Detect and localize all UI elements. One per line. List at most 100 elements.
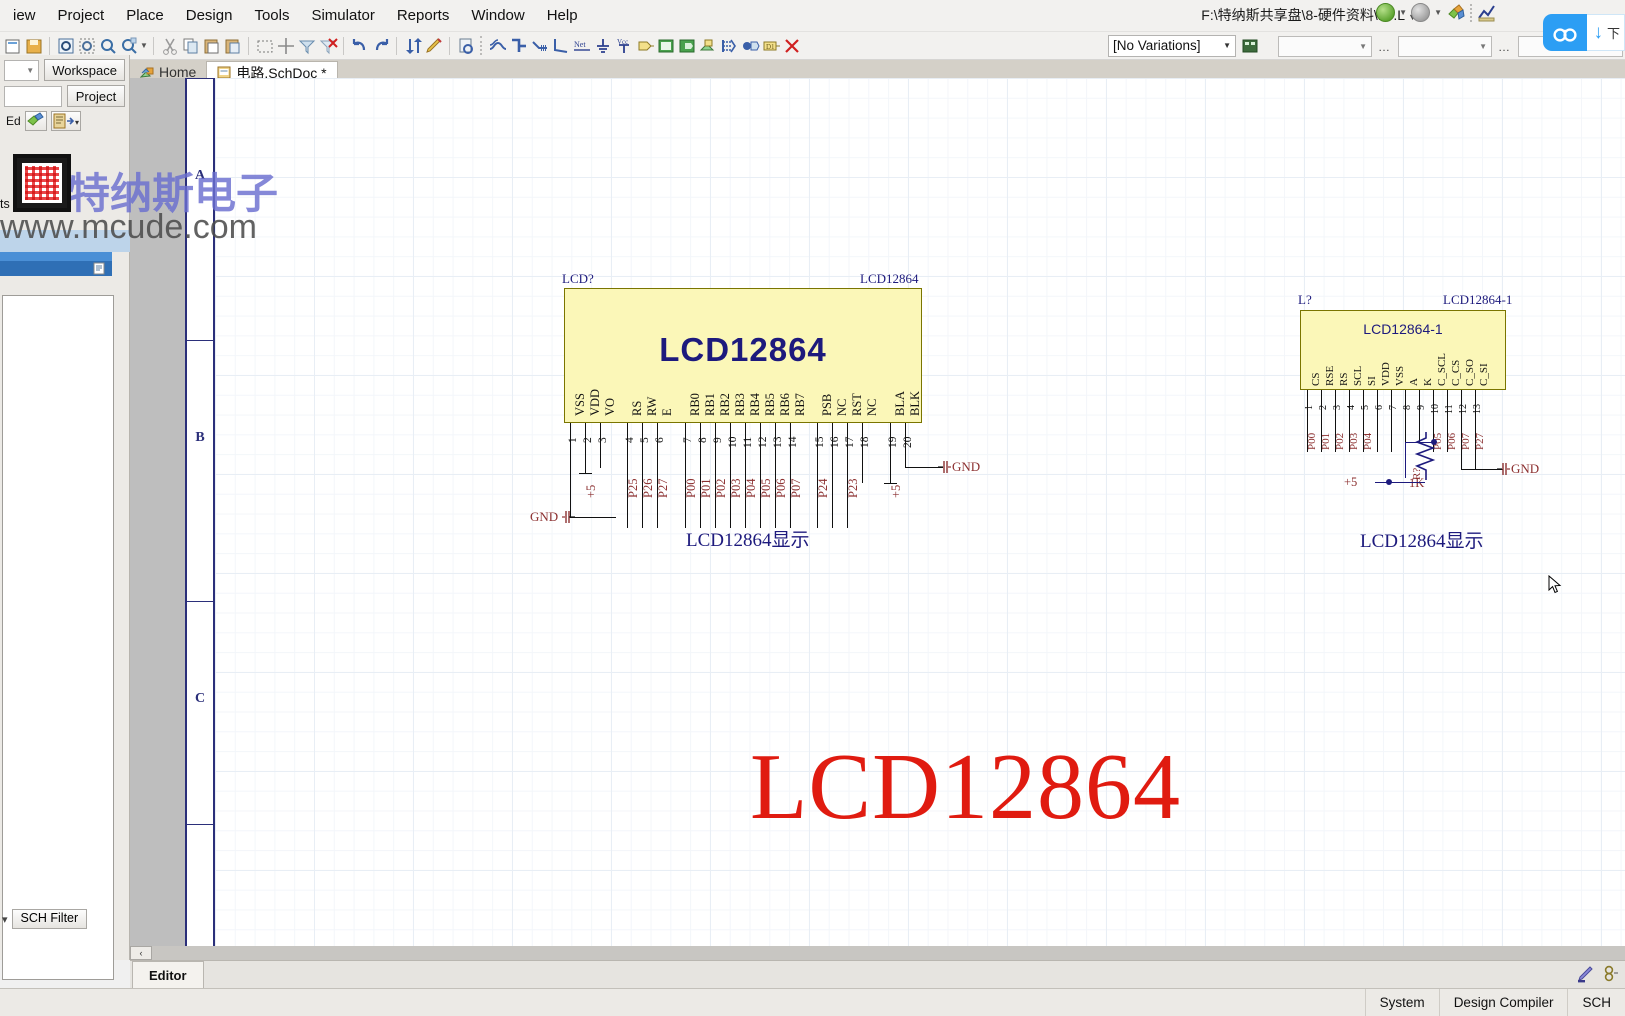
net-label[interactable]: P04 xyxy=(744,479,759,498)
schematic-editor[interactable]: A B C LCD? LCD12864 LCD12864 VSS VDD VO … xyxy=(130,78,1625,960)
zoom-in-icon[interactable] xyxy=(98,36,118,56)
power-port-gnd[interactable]: GND xyxy=(938,452,994,485)
net-label[interactable]: P23 xyxy=(846,479,861,498)
select-area-icon[interactable] xyxy=(255,36,275,56)
annotate-icon[interactable] xyxy=(424,36,444,56)
filter-dropdown-icon[interactable]: ▾ xyxy=(2,913,8,926)
no-erc-icon[interactable] xyxy=(782,36,802,56)
zoom-area-icon[interactable] xyxy=(77,36,97,56)
menu-item-place[interactable]: Place xyxy=(115,3,175,28)
net-label[interactable]: P01 xyxy=(1320,433,1332,450)
menu-item-simulator[interactable]: Simulator xyxy=(300,3,385,28)
component-designator-lcd[interactable]: LCD? xyxy=(562,271,594,287)
cut-icon[interactable] xyxy=(160,36,180,56)
filter-combo-2[interactable]: ▼ xyxy=(1398,36,1492,57)
clear-filter-icon[interactable] xyxy=(297,36,317,56)
delete-filter-icon[interactable] xyxy=(318,36,338,56)
net-label[interactable]: P24 xyxy=(816,479,831,498)
component-caption-lcd[interactable]: LCD12864显示 xyxy=(686,525,810,552)
place-net-label-icon[interactable]: Net xyxy=(572,36,592,56)
menu-item-help[interactable]: Help xyxy=(536,3,589,28)
filter-combo-1[interactable]: ▼ xyxy=(1278,36,1372,57)
chevron-down-icon[interactable]: ▼ xyxy=(1479,42,1487,51)
back-icon[interactable] xyxy=(1376,3,1396,22)
place-bus-icon[interactable] xyxy=(509,36,529,56)
component-caption-lcd1[interactable]: LCD12864显示 xyxy=(1360,526,1484,553)
menu-item-tools[interactable]: Tools xyxy=(243,3,300,28)
zoom-dropdown-icon[interactable]: ▼ xyxy=(140,41,148,50)
place-port-icon[interactable] xyxy=(740,36,760,56)
forward-dropdown-icon[interactable]: ▼ xyxy=(1434,8,1442,17)
project-tree-list[interactable] xyxy=(2,295,114,980)
net-label[interactable]: P00 xyxy=(1306,433,1318,450)
copy-icon[interactable] xyxy=(181,36,201,56)
move-icon[interactable] xyxy=(276,36,296,56)
place-wire-icon[interactable] xyxy=(488,36,508,56)
net-label[interactable]: P03 xyxy=(729,479,744,498)
editor-tab[interactable]: Editor xyxy=(132,961,204,988)
menu-item-reports[interactable]: Reports xyxy=(386,3,461,28)
menu-item-project[interactable]: Project xyxy=(47,3,116,28)
paste-icon[interactable] xyxy=(202,36,222,56)
net-label[interactable]: P27 xyxy=(1474,433,1486,450)
place-directive-icon[interactable]: D1 xyxy=(761,36,781,56)
variations-dropdown[interactable]: [No Variations] ▼ xyxy=(1108,35,1236,57)
net-label[interactable]: P00 xyxy=(684,479,699,498)
net-label[interactable]: P26 xyxy=(641,479,656,498)
panel-options-icon[interactable]: ▾ xyxy=(50,111,81,131)
variant-manager-icon[interactable] xyxy=(1240,36,1260,56)
menu-item-view[interactable]: iew xyxy=(2,3,47,28)
filter-ellipsis-2[interactable]: … xyxy=(1498,40,1510,54)
component-partnumber-lcd[interactable]: LCD12864 xyxy=(860,271,919,287)
net-label[interactable]: P06 xyxy=(1446,433,1458,450)
place-vcc-icon[interactable]: Vcc xyxy=(614,36,634,56)
net-label[interactable]: P02 xyxy=(1334,433,1346,450)
resistor-value[interactable]: 1K xyxy=(1409,476,1424,491)
status-item-system[interactable]: System xyxy=(1364,989,1439,1016)
mask-level-icon[interactable] xyxy=(1601,965,1619,986)
highlight-icon[interactable] xyxy=(1576,965,1596,986)
status-item-design-compiler[interactable]: Design Compiler xyxy=(1438,989,1568,1016)
component-designator-lcd1[interactable]: L? xyxy=(1298,292,1312,308)
place-device-sheet-icon[interactable] xyxy=(698,36,718,56)
compile-icon[interactable] xyxy=(24,111,47,131)
net-label[interactable]: P25 xyxy=(626,479,641,498)
net-label[interactable]: P04 xyxy=(1362,433,1374,450)
net-label[interactable]: P07 xyxy=(789,479,804,498)
zoom-selected-icon[interactable] xyxy=(119,36,139,56)
power-port-gnd[interactable]: GND xyxy=(530,502,580,535)
place-sheet-symbol-icon[interactable] xyxy=(656,36,676,56)
sch-filter-button[interactable]: SCH Filter xyxy=(11,909,88,929)
workspace-button[interactable]: Workspace xyxy=(44,59,125,81)
schematic-canvas[interactable]: LCD? LCD12864 LCD12864 VSS VDD VO RS RW … xyxy=(130,78,1625,960)
net-label[interactable]: +5 xyxy=(889,485,904,498)
chevron-down-icon[interactable]: ▼ xyxy=(26,66,34,75)
open-document-icon[interactable] xyxy=(3,36,23,56)
back-dropdown-icon[interactable]: ▼ xyxy=(1399,8,1407,17)
forward-icon[interactable] xyxy=(1411,3,1431,22)
net-label[interactable]: P01 xyxy=(699,479,714,498)
paste-special-icon[interactable] xyxy=(223,36,243,56)
redo-icon[interactable] xyxy=(371,36,391,56)
cloud-icon[interactable] xyxy=(1543,14,1588,51)
net-label[interactable]: P07 xyxy=(1460,433,1472,450)
chevron-down-icon[interactable]: ▼ xyxy=(1359,42,1367,51)
undo-icon[interactable] xyxy=(350,36,370,56)
inspector-icon[interactable] xyxy=(456,36,476,56)
place-gnd-icon[interactable] xyxy=(593,36,613,56)
download-widget[interactable]: ↓ 下 xyxy=(1543,14,1625,51)
status-item-sch[interactable]: SCH xyxy=(1567,989,1625,1016)
project-combo[interactable] xyxy=(4,85,62,107)
net-label[interactable]: P03 xyxy=(1348,433,1360,450)
net-label[interactable]: +5 xyxy=(584,485,599,498)
net-label[interactable]: P06 xyxy=(774,479,789,498)
update-from-library-icon[interactable] xyxy=(403,36,423,56)
puzzle-icon[interactable] xyxy=(1446,3,1466,22)
place-bus-entry-icon[interactable] xyxy=(530,36,550,56)
scroll-left-button[interactable]: ‹ xyxy=(130,946,152,960)
selected-list-item-active[interactable] xyxy=(0,261,112,276)
chart-icon[interactable] xyxy=(1477,4,1497,22)
net-label[interactable]: P05 xyxy=(759,479,774,498)
horizontal-scrollbar[interactable]: ‹ xyxy=(130,946,1625,960)
place-harness-icon[interactable] xyxy=(719,36,739,56)
